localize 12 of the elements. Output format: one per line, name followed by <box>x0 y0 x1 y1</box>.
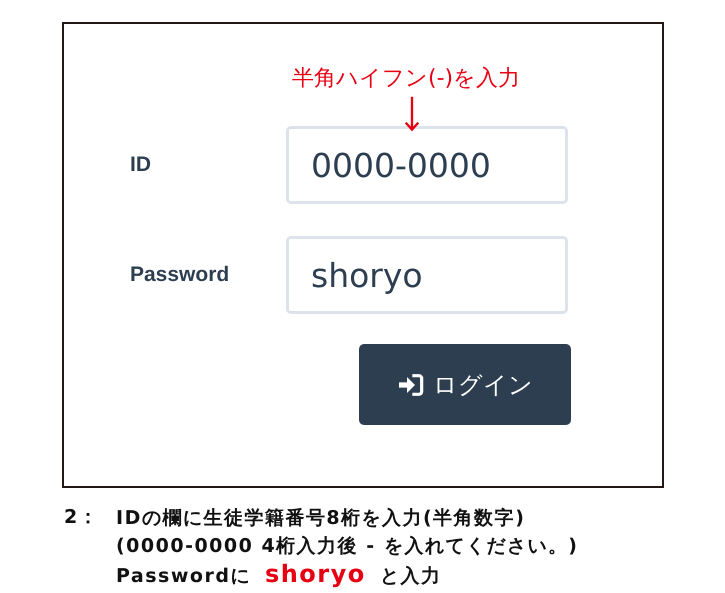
sign-in-icon <box>397 372 425 396</box>
instruction-text: Passwordに shoryo と入力 <box>116 560 442 590</box>
annotation-text: 半角ハイフン(-)を入力 <box>292 65 520 93</box>
step-number: 2： <box>64 505 100 530</box>
instruction-text: IDの欄に生徒学籍番号8桁を入力(半角数字) <box>116 506 526 531</box>
input-field[interactable]: shoryo <box>286 236 568 314</box>
field-label: ID <box>129 153 152 177</box>
down-arrow-icon <box>402 96 422 132</box>
instruction-text: (0000-0000 4桁入力後 - を入れてください。) <box>116 534 578 559</box>
input-field[interactable]: 0000-0000 <box>286 126 568 204</box>
field-label: Password <box>129 263 230 287</box>
login-button[interactable]: ログイン <box>359 344 571 425</box>
